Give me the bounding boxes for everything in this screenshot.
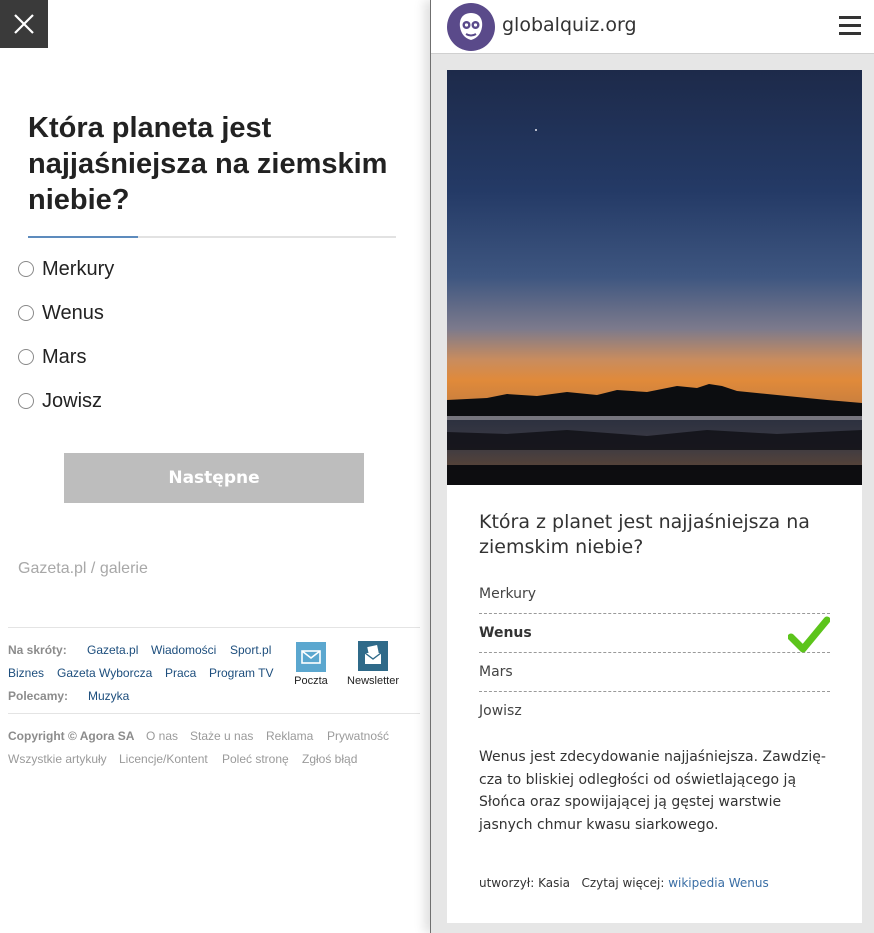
- close-button[interactable]: [0, 0, 48, 48]
- footer-divider: [8, 713, 420, 714]
- copyright: Copyright © Agora SA: [8, 729, 135, 743]
- footer-link-artykuly[interactable]: Wszystkie artykuły: [8, 752, 107, 766]
- sunset-lake-photo: [447, 70, 862, 485]
- footer-link-zglos[interactable]: Zgłoś błąd: [302, 752, 357, 766]
- option-mars[interactable]: Mars: [18, 342, 86, 372]
- mail-label[interactable]: Poczta: [291, 675, 331, 687]
- answer-label: Merkury: [479, 586, 537, 602]
- option-wenus[interactable]: Wenus: [18, 298, 104, 328]
- option-label: Jowisz: [42, 389, 103, 412]
- footer-link-gazeta[interactable]: Gazeta.pl: [87, 643, 138, 657]
- wikipedia-link[interactable]: wikipedia Wenus: [668, 876, 769, 890]
- mail-icon[interactable]: [296, 642, 326, 672]
- option-jowisz[interactable]: Jowisz: [18, 386, 102, 416]
- answer-jowisz: Jowisz: [479, 692, 830, 731]
- next-button[interactable]: Następne: [64, 453, 364, 503]
- option-label: Wenus: [42, 301, 104, 324]
- option-label: Mars: [42, 345, 87, 368]
- answer-explanation: Wenus jest zdecydowanie najjaśniejsza. Z…: [479, 749, 826, 833]
- card-question: Która z planet jest najjaśniejsza na zie…: [479, 511, 810, 558]
- footer-link-praca[interactable]: Praca: [165, 666, 196, 680]
- site-name[interactable]: globalquiz.org: [502, 14, 637, 36]
- close-icon: [14, 14, 34, 34]
- site-header: globalquiz.org: [431, 0, 874, 54]
- radio-button[interactable]: [18, 349, 34, 365]
- answer-card: Która z planet jest najjaśniejsza na zie…: [447, 70, 862, 923]
- quiz-question-title: Która planeta jest najjaśniejsza na ziem…: [28, 112, 388, 216]
- gallery-link[interactable]: Gazeta.pl / galerie: [18, 560, 148, 578]
- answer-merkury: Merkury: [479, 575, 830, 614]
- footer-link-muzyka[interactable]: Muzyka: [88, 689, 129, 703]
- footer-link-polec[interactable]: Poleć stronę: [222, 752, 289, 766]
- radio-button[interactable]: [18, 393, 34, 409]
- author-text: utworzył: Kasia: [479, 876, 571, 890]
- recommend-label: Polecamy:: [8, 689, 69, 703]
- footer-link-staze[interactable]: Staże u nas: [190, 729, 253, 743]
- option-merkury[interactable]: Merkury: [18, 254, 114, 284]
- footer-link-programtv[interactable]: Program TV: [209, 666, 273, 680]
- answer-label: Jowisz: [479, 703, 522, 719]
- quiz-panel: Która planeta jest najjaśniejsza na ziem…: [0, 0, 430, 933]
- radio-button[interactable]: [18, 305, 34, 321]
- read-more-label: Czytaj więcej:: [581, 876, 665, 890]
- answer-wenus-correct: Wenus: [479, 614, 830, 653]
- footer-link-licencje[interactable]: Licencje/Kontent: [119, 752, 208, 766]
- answer-label: Wenus: [479, 625, 532, 641]
- newsletter-label[interactable]: Newsletter: [343, 675, 403, 687]
- footer-link-reklama[interactable]: Reklama: [266, 729, 313, 743]
- answer-label: Mars: [479, 664, 513, 680]
- footer-link-wyborcza[interactable]: Gazeta Wyborcza: [57, 666, 152, 680]
- footer-link-sport[interactable]: Sport.pl: [230, 643, 271, 657]
- shortcuts-label: Na skróty:: [8, 643, 67, 657]
- title-divider-accent: [28, 236, 138, 238]
- credits-line: utworzył: Kasia Czytaj więcej: wikipedia…: [479, 876, 769, 890]
- newsletter-icon[interactable]: [358, 641, 388, 671]
- footer-link-onas[interactable]: O nas: [146, 729, 178, 743]
- answer-overlay-panel: globalquiz.org Która z planet jest najja…: [430, 0, 874, 933]
- footer-divider: [8, 627, 420, 628]
- logo-icon[interactable]: [447, 3, 495, 51]
- checkmark-icon: [788, 616, 830, 653]
- footer-link-wiadomosci[interactable]: Wiadomości: [151, 643, 216, 657]
- footer-link-biznes[interactable]: Biznes: [8, 666, 44, 680]
- hamburger-menu-icon[interactable]: [839, 16, 861, 36]
- option-label: Merkury: [42, 257, 115, 280]
- answer-mars: Mars: [479, 653, 830, 692]
- radio-button[interactable]: [18, 261, 34, 277]
- footer-link-prywatnosc[interactable]: Prywatność: [327, 729, 389, 743]
